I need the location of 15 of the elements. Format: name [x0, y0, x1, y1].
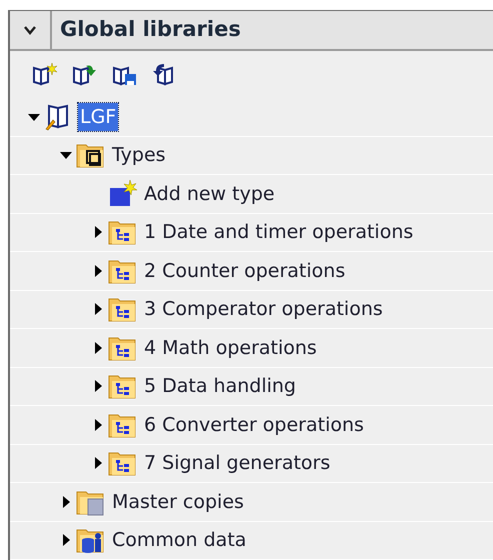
tree-item[interactable]: 2 Counter operations	[142, 256, 348, 285]
add-type-icon	[108, 180, 138, 208]
tree-item[interactable]: Common data	[110, 526, 248, 554]
new-library-icon[interactable]	[32, 62, 58, 86]
tree-item[interactable]: 3 Comperator operations	[142, 295, 385, 324]
tree-item[interactable]: Types	[110, 141, 168, 170]
tree-item[interactable]: 4 Math operations	[142, 334, 319, 362]
tree-item[interactable]: 7 Signal generators	[142, 449, 332, 478]
tree-item[interactable]: 1 Date and timer operations	[142, 218, 416, 246]
tree-item[interactable]: 5 Data handling	[142, 372, 298, 400]
tree-item[interactable]: 6 Converter operations	[142, 410, 366, 439]
tree-item[interactable]: Add new type	[142, 180, 277, 208]
panel-title: Global libraries	[59, 16, 241, 44]
tree-item[interactable]: Master copies	[110, 488, 246, 516]
tree-item[interactable]: LGF	[78, 102, 118, 131]
